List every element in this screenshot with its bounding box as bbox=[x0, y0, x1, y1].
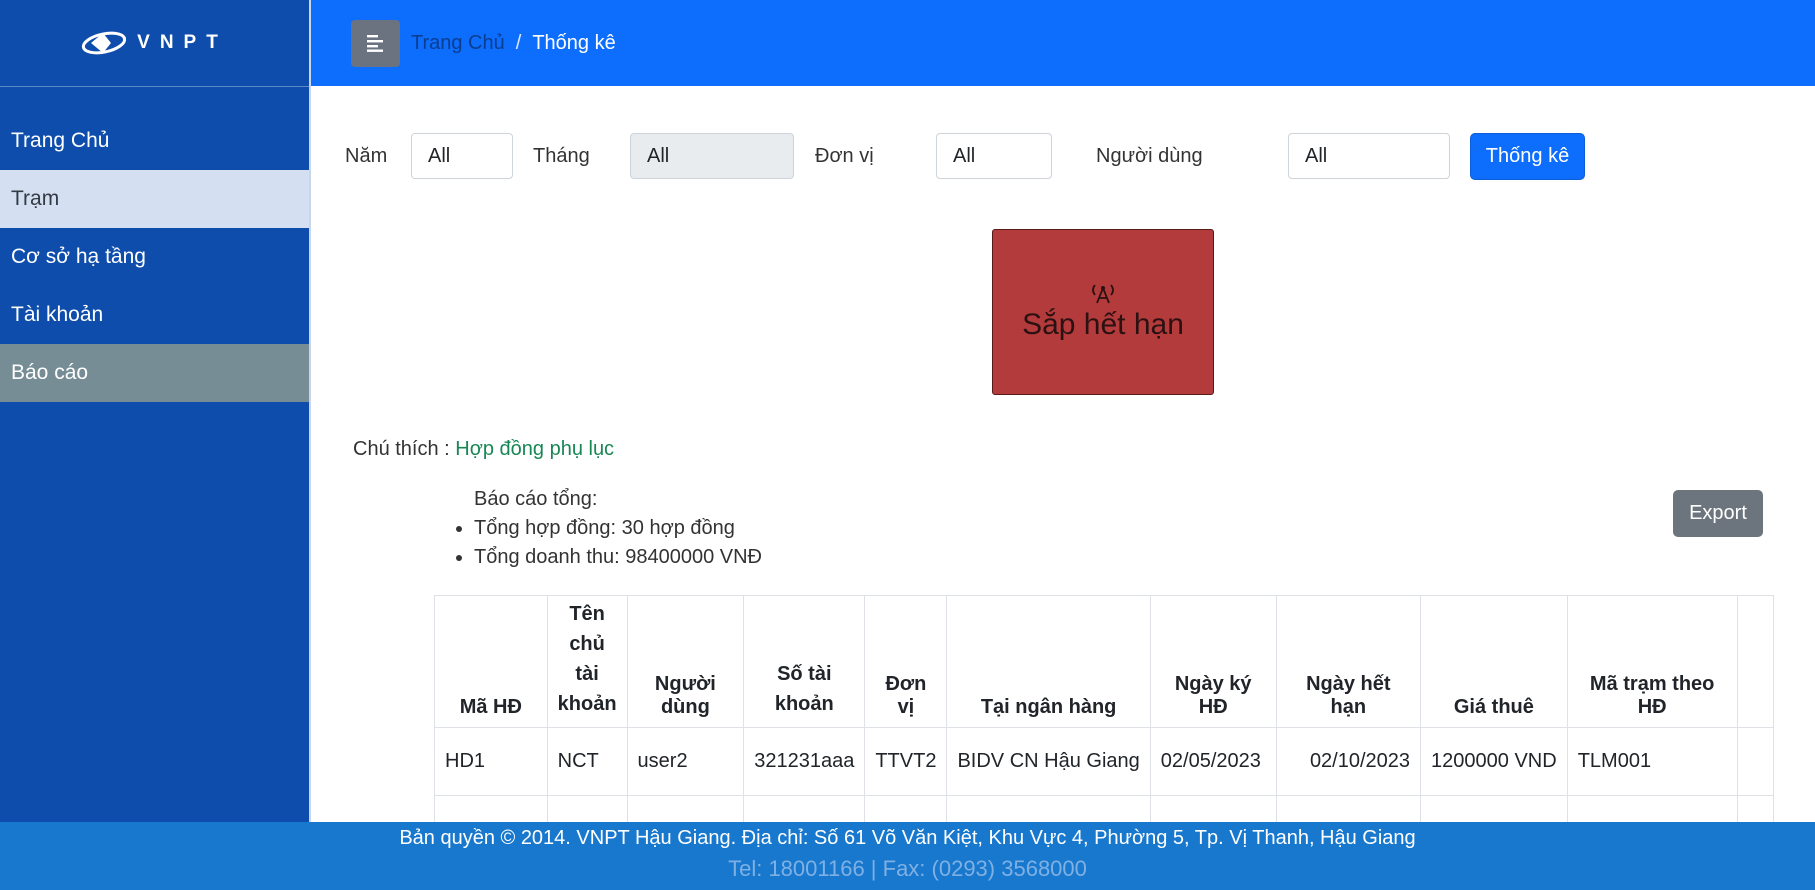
summary-title: Báo cáo tổng: bbox=[474, 488, 598, 510]
cell-empty bbox=[864, 795, 948, 822]
breadcrumb-current: Thống kê bbox=[532, 31, 616, 54]
unit-select[interactable]: All bbox=[936, 133, 1052, 179]
col-ma-hd[interactable]: Mã HĐ bbox=[434, 595, 548, 728]
cell-empty bbox=[546, 795, 628, 822]
cell-ten-chu-tai-khoan: NCT bbox=[546, 727, 628, 796]
logo[interactable]: VNPT bbox=[0, 0, 309, 87]
top-navbar: Trang Chủ / Thống kê bbox=[311, 0, 1815, 86]
cell-ngay-het-han: 02/10/2023 bbox=[1275, 727, 1422, 796]
menu-toggle-icon bbox=[366, 35, 383, 52]
sidebar-item-tram[interactable]: Trạm bbox=[0, 170, 309, 228]
cell-extra bbox=[1736, 727, 1774, 796]
antenna-icon bbox=[1092, 284, 1114, 304]
col-nguoi-dung[interactable]: Người dùng bbox=[626, 595, 745, 728]
cell-don-vi: TTVT2 bbox=[864, 727, 948, 796]
contracts-table: Mã HĐ Tên chủ tài khoản Người dùng Số tà… bbox=[434, 595, 1774, 822]
month-select[interactable]: All bbox=[630, 133, 794, 179]
col-don-vi[interactable]: Đơn vị bbox=[864, 595, 948, 728]
col-tai-ngan-hang[interactable]: Tại ngân hàng bbox=[946, 595, 1151, 728]
vnpt-logo-icon bbox=[82, 31, 127, 55]
cell-empty bbox=[626, 795, 745, 822]
cell-ma-tram-theo-hd: TLM001 bbox=[1566, 727, 1738, 796]
summary-total-revenue: Tổng doanh thu: 98400000 VNĐ bbox=[474, 546, 762, 569]
legend-value: Hợp đồng phụ lục bbox=[455, 438, 615, 460]
cell-empty bbox=[1275, 795, 1422, 822]
sidebar: VNPT Trang Chủ Trạm Cơ sở hạ tầng Tài kh… bbox=[0, 0, 311, 822]
user-label: Người dùng bbox=[1096, 144, 1203, 167]
cell-ngay-ky-hd: 02/05/2023 bbox=[1149, 727, 1277, 796]
footer: Bản quyền © 2014. VNPT Hậu Giang. Địa ch… bbox=[0, 822, 1815, 890]
breadcrumb-separator: / bbox=[515, 31, 522, 54]
summary-list: Tổng hợp đồng: 30 hợp đồng Tổng doanh th… bbox=[452, 517, 762, 569]
cell-tai-ngan-hang: BIDV CN Hậu Giang bbox=[946, 727, 1151, 796]
sidebar-item-trang-chu[interactable]: Trang Chủ bbox=[0, 112, 309, 170]
export-button[interactable]: Export bbox=[1673, 490, 1763, 537]
expiring-soon-card[interactable]: Sắp hết hạn bbox=[992, 229, 1214, 395]
table-row[interactable] bbox=[434, 795, 1774, 822]
breadcrumb-home-link[interactable]: Trang Chủ bbox=[411, 32, 505, 55]
legend-label: Chú thích : bbox=[353, 438, 450, 460]
summary-report: Báo cáo tổng: Tổng hợp đồng: 30 hợp đồng… bbox=[452, 488, 762, 575]
expiring-soon-label: Sắp hết hạn bbox=[1022, 308, 1184, 341]
year-label: Năm bbox=[345, 144, 388, 167]
cell-nguoi-dung: user2 bbox=[626, 727, 745, 796]
contracts-table-container[interactable]: Mã HĐ Tên chủ tài khoản Người dùng Số tà… bbox=[434, 595, 1774, 822]
cell-empty bbox=[743, 795, 866, 822]
col-gia-thue[interactable]: Giá thuê bbox=[1420, 595, 1568, 728]
cell-empty bbox=[1149, 795, 1277, 822]
year-select[interactable]: All bbox=[411, 133, 513, 179]
table-row[interactable]: HD1 NCT user2 321231aaa TTVT2 BIDV CN Hậ… bbox=[434, 727, 1774, 796]
cell-ma-hd: HD1 bbox=[434, 727, 548, 796]
footer-contact: Tel: 18001166 | Fax: (0293) 3568000 bbox=[728, 856, 1087, 881]
user-select[interactable]: All bbox=[1288, 133, 1450, 179]
sidebar-nav: Trang Chủ Trạm Cơ sở hạ tầng Tài khoản B… bbox=[0, 112, 309, 402]
legend: Chú thích : Hợp đồng phụ lục bbox=[353, 438, 614, 461]
month-label: Tháng bbox=[533, 144, 590, 167]
statistics-button[interactable]: Thống kê bbox=[1470, 132, 1585, 180]
cell-so-tai-khoan: 321231aaa bbox=[743, 727, 866, 796]
table-header-row: Mã HĐ Tên chủ tài khoản Người dùng Số tà… bbox=[434, 595, 1774, 728]
filter-bar: Năm All Tháng All Đơn vị All Người dùng … bbox=[345, 132, 1585, 180]
cell-empty bbox=[946, 795, 1151, 822]
unit-label: Đơn vị bbox=[815, 144, 874, 167]
cell-empty bbox=[434, 795, 548, 822]
summary-total-contracts: Tổng hợp đồng: 30 hợp đồng bbox=[474, 517, 762, 540]
cell-gia-thue: 1200000 VND bbox=[1420, 727, 1568, 796]
footer-copyright: Bản quyền © 2014. VNPT Hậu Giang. Địa ch… bbox=[399, 827, 1416, 849]
cell-empty bbox=[1736, 795, 1774, 822]
cell-empty bbox=[1566, 795, 1738, 822]
col-ma-tram-theo-hd[interactable]: Mã trạm theo HĐ bbox=[1566, 595, 1738, 728]
col-so-tai-khoan[interactable]: Số tài khoản bbox=[743, 595, 866, 728]
sidebar-item-tai-khoan[interactable]: Tài khoản bbox=[0, 286, 309, 344]
col-ngay-ky-hd[interactable]: Ngày ký HĐ bbox=[1149, 595, 1277, 728]
sidebar-item-bao-cao[interactable]: Báo cáo bbox=[0, 344, 309, 402]
menu-toggle-button[interactable] bbox=[351, 19, 400, 67]
breadcrumb: Trang Chủ / Thống kê bbox=[411, 32, 616, 55]
sidebar-item-co-so-ha-tang[interactable]: Cơ sở hạ tầng bbox=[0, 228, 309, 286]
cell-empty bbox=[1420, 795, 1568, 822]
logo-text: VNPT bbox=[137, 32, 228, 53]
col-extra bbox=[1736, 595, 1774, 728]
col-ngay-het-han[interactable]: Ngày hết hạn bbox=[1275, 595, 1422, 728]
col-ten-chu-tai-khoan[interactable]: Tên chủ tài khoản bbox=[546, 595, 628, 728]
